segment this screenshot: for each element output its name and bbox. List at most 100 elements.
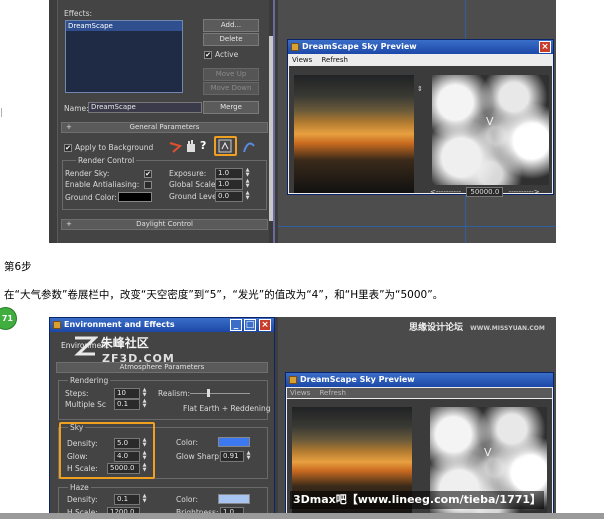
steps-label: Steps: <box>65 389 89 398</box>
density-field[interactable]: 5.0 <box>114 438 140 449</box>
window-icon <box>289 376 297 384</box>
ground-level-spinner[interactable]: ▲ ▼ <box>244 191 251 202</box>
antialiasing-checkbox[interactable] <box>144 181 152 189</box>
preview-icon[interactable] <box>218 139 232 153</box>
sky-color-label: Color: <box>176 438 198 447</box>
h-scale-spinner[interactable]: ▲ ▼ <box>141 463 148 474</box>
window-menu: Views Refresh <box>289 55 552 65</box>
haze-density-spinner[interactable]: ▲ ▼ <box>141 494 148 505</box>
global-scale-label: Global Scale: <box>169 180 219 189</box>
haze-color-swatch[interactable] <box>218 494 250 504</box>
effects-label: Effects: <box>64 9 93 18</box>
apply-background-checkbox[interactable]: ✔ <box>64 144 72 152</box>
view-arrows-icon[interactable]: ⇕ <box>417 85 423 93</box>
tieba-watermark: 3Dmax吧【www.lineeg.com/tieba/1771】 <box>290 491 545 509</box>
window-title[interactable]: DreamScape Sky Preview <box>286 373 553 387</box>
h-scale-label: H Scale: <box>67 464 98 473</box>
render-control-title: Render Control <box>76 156 137 165</box>
multiple-field[interactable]: 0.1 <box>114 399 140 410</box>
sky-preview-image <box>294 75 414 193</box>
move-up-button[interactable]: Move Up <box>203 68 259 81</box>
ground-color-label: Ground Color: <box>65 193 117 202</box>
global-scale-field[interactable]: 1.0 <box>215 179 243 190</box>
window-icon <box>53 321 61 329</box>
hand-icon[interactable] <box>185 140 197 153</box>
page-bottom-strip <box>0 513 604 519</box>
menu-refresh[interactable]: Refresh <box>320 389 346 397</box>
scale-range: <---------- 50000.0 ----------> <box>430 187 540 197</box>
top-screenshot: Effects: DreamScape Add... Delete ✔ Acti… <box>49 0 556 243</box>
close-button[interactable]: × <box>539 41 551 53</box>
viewport-grid-line <box>278 226 556 227</box>
window-icon <box>291 43 299 51</box>
density-label: Density: <box>67 439 98 448</box>
menu-views[interactable]: Views <box>292 56 312 64</box>
haze-density-field[interactable]: 0.1 <box>114 494 140 505</box>
atmosphere-parameters-rollout[interactable]: Atmosphere Parameters <box>56 362 268 373</box>
panel-scroll-thumb[interactable] <box>269 36 273 221</box>
window-title[interactable]: DreamScape Sky Preview <box>288 40 553 54</box>
delete-button[interactable]: Delete <box>203 33 259 46</box>
cloud-preview-image <box>432 75 549 185</box>
help-icon[interactable]: ? <box>200 139 206 152</box>
enable-antialiasing-label: Enable Antialiasing: <box>65 180 140 189</box>
flat-earth-label: Flat Earth + Reddening <box>183 404 271 413</box>
realism-label: Realism: <box>158 389 190 398</box>
haze-color-label: Color: <box>176 495 198 504</box>
cloud-v-label: V <box>486 115 494 128</box>
sun-icon[interactable] <box>168 140 182 154</box>
close-button[interactable]: × <box>259 319 271 331</box>
merge-button[interactable]: Merge <box>203 101 259 114</box>
missyuan-watermark: 思缘设计论坛 WWW.MISSYUAN.COM <box>409 323 545 333</box>
general-parameters-rollout[interactable]: + General Parameters <box>61 122 268 133</box>
apply-background-label: Apply to Background <box>75 143 154 152</box>
exposure-field[interactable]: 1.0 <box>215 168 243 179</box>
active-checkbox[interactable]: ✔ <box>204 51 212 59</box>
effects-list[interactable]: DreamScape <box>65 20 183 93</box>
glow-label: Glow: <box>67 452 88 461</box>
haze-title: Haze <box>68 483 91 492</box>
h-scale-field[interactable]: 5000.0 <box>107 463 140 474</box>
ground-level-field[interactable]: 0.0 <box>215 191 243 202</box>
minimize-button[interactable]: _ <box>230 319 242 331</box>
name-label: Name: <box>64 104 89 113</box>
multiple-label: Multiple Sc <box>65 400 107 409</box>
scale-range-field[interactable]: 50000.0 <box>466 187 504 197</box>
menu-refresh[interactable]: Refresh <box>322 56 348 64</box>
density-spinner[interactable]: ▲ ▼ <box>141 438 148 449</box>
page-badge: 71 <box>0 307 17 330</box>
glow-field[interactable]: 4.0 <box>114 451 140 462</box>
steps-field[interactable]: 10 <box>114 388 140 399</box>
realism-slider-handle[interactable] <box>207 389 210 397</box>
glow-sharp-spinner[interactable]: ▲ ▼ <box>245 451 252 462</box>
zf3d-logo-icon <box>74 336 99 356</box>
curve-icon[interactable] <box>242 140 256 154</box>
list-item[interactable]: DreamScape <box>66 21 182 31</box>
name-field[interactable]: DreamScape <box>88 102 202 113</box>
ground-color-swatch[interactable] <box>118 192 152 202</box>
glow-sharp-label: Glow Sharp: <box>176 452 222 461</box>
preview-body: ⇕ V <---------- 50000.0 ----------> <box>289 66 552 197</box>
step-instruction: 在“大气参数”卷展栏中，改变“天空密度”到“5”，“发光”的值改为“4”，和“H… <box>4 289 444 301</box>
add-button[interactable]: Add... <box>203 19 259 32</box>
bottom-screenshot: Environment and Effects _ □ × Environmen… <box>49 317 556 519</box>
daylight-control-rollout[interactable]: + Daylight Control <box>61 219 268 230</box>
render-sky-checkbox[interactable]: ✔ <box>144 170 152 178</box>
move-down-button[interactable]: Move Down <box>203 82 259 95</box>
menu-views[interactable]: Views <box>290 389 310 397</box>
multiple-spinner[interactable]: ▲ ▼ <box>141 399 148 410</box>
effects-panel: Effects: DreamScape Add... Delete ✔ Acti… <box>57 0 275 243</box>
global-scale-spinner[interactable]: ▲ ▼ <box>244 179 251 190</box>
maximize-button[interactable]: □ <box>244 319 256 331</box>
exposure-label: Exposure: <box>169 169 207 178</box>
page-edge-mark: | <box>0 108 4 118</box>
step-heading: 第6步 <box>4 261 32 273</box>
glow-sharp-field[interactable]: 0.91 <box>220 451 244 462</box>
haze-density-label: Density: <box>67 495 98 504</box>
sky-color-swatch[interactable] <box>218 437 250 447</box>
realism-slider-track[interactable] <box>190 393 250 394</box>
glow-spinner[interactable]: ▲ ▼ <box>141 451 148 462</box>
render-sky-label: Render Sky: <box>65 169 110 178</box>
environment-window: Environment and Effects _ □ × Environmen… <box>49 317 275 519</box>
active-label: Active <box>215 50 239 59</box>
